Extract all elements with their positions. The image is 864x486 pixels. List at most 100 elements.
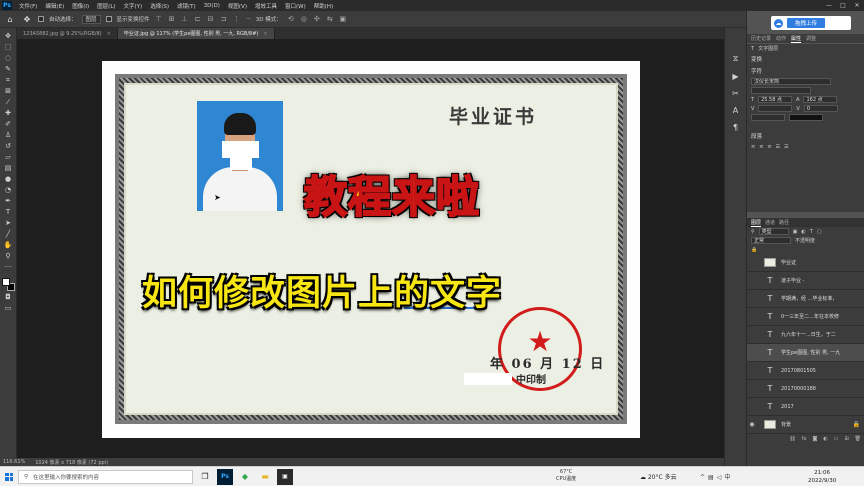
tab-document-2[interactable]: 毕业证.jpg @ 117% (学生pe图图, 性别 男, 一九, RGB/8#… [117,28,275,39]
tab-layers[interactable]: 图层 [751,219,762,227]
layer-filter-select[interactable]: 类型 [758,228,789,235]
menu-window[interactable]: 窗口(W) [281,2,310,10]
align-bottom-icon[interactable]: ⊥ [181,15,189,23]
layer-row[interactable]: 毕业证 [747,254,864,272]
layer-row[interactable]: T 20170000188 [747,380,864,398]
menu-select[interactable]: 选择(S) [146,2,173,10]
hand-tool-icon[interactable]: ✋ [2,241,14,250]
align-middle-icon[interactable]: ⊞ [168,15,176,23]
lock-icon[interactable]: 🔒 [751,247,757,253]
tab-history[interactable]: 历史记录 [751,35,771,42]
align-left-icon[interactable]: ⊏ [194,15,202,23]
tab-paths[interactable]: 路径 [779,219,789,226]
eyedropper-tool-icon[interactable]: ⁄ [2,98,14,107]
filter-pixel-icon[interactable]: ▣ [793,229,798,235]
screen-mode-icon[interactable]: ▭ [2,304,14,313]
layer-row[interactable]: T 凌子毕业 - [747,272,864,290]
3d-rotate-icon[interactable]: ⟲ [287,15,295,23]
menu-3d[interactable]: 3D(D) [200,3,224,9]
network-icon[interactable]: ▤ [708,474,717,481]
brush-tool-icon[interactable]: ✐ [2,120,14,129]
lock-icon[interactable]: 🔒 [853,421,860,428]
menu-file[interactable]: 文件(F) [15,2,41,10]
blend-mode-select[interactable]: 正常 [751,237,791,244]
layer-name[interactable]: 2017 [781,404,794,410]
layer-row[interactable]: T 0一三年至二...年在本校修 [747,308,864,326]
quick-mask-icon[interactable]: ◘ [2,293,14,302]
layer-name[interactable]: 毕业证 [781,259,796,266]
tab-actions[interactable]: 动作 [776,35,786,42]
paragraph-icon[interactable]: ¶ [730,122,742,132]
layer-row[interactable]: T 学期满，经 ...毕业标准， [747,290,864,308]
canvas-area[interactable]: 毕业证书 ➤ ★ 年 06 月 12 日 中印制 教程来啦 如何修改图片上的文字 [17,39,724,458]
task-view-icon[interactable]: ❐ [197,469,213,485]
font-size-field[interactable]: 25.58 点 [758,96,793,103]
distribute-icon[interactable]: ⋮ [233,15,241,23]
system-clock[interactable]: 21:06 2022/9/30 [808,469,836,485]
menu-view[interactable]: 视图(V) [224,2,251,10]
photoshop-taskbar-icon[interactable]: Ps [217,468,233,485]
menu-type[interactable]: 文字(Y) [120,2,147,10]
file-explorer-icon[interactable]: ▬ [257,469,273,485]
artboard-tool-icon[interactable]: ⬚ [2,43,14,52]
quick-select-tool-icon[interactable]: ✎ [2,65,14,74]
menu-help[interactable]: 帮助(H) [310,2,337,10]
mask-icon[interactable]: ◙ [812,436,817,442]
line-tool-icon[interactable]: ╱ [2,230,14,239]
menu-edit[interactable]: 编辑(E) [41,2,68,10]
ime-icon[interactable]: 中 [724,474,733,481]
menu-layer[interactable]: 图层(L) [93,2,119,10]
move-tool-icon[interactable]: ✥ [2,32,14,41]
layer-select-dropdown[interactable]: 图层 [81,14,101,24]
text-color-swatch[interactable] [789,114,823,121]
actions-icon[interactable]: ▶ [730,71,742,81]
lasso-tool-icon[interactable]: ◌ [2,54,14,63]
menu-plugins[interactable]: 增效工具 [251,2,281,10]
tab-adjustments[interactable]: 调整 [806,35,816,42]
layer-name[interactable]: 20170000188 [781,386,816,392]
zoom-tool-icon[interactable]: ⚲ [2,252,14,261]
dodge-tool-icon[interactable]: ◔ [2,186,14,195]
character-section[interactable]: 字符 [747,65,864,77]
align-center-text-icon[interactable]: ≡ [759,144,763,150]
tab-document-1[interactable]: 123A5882.jpg @ 9.25%(RGB/8) × [17,28,118,39]
link-icon[interactable]: ⛓ [789,436,795,442]
move-tool-icon[interactable]: ✥ [21,13,33,25]
type-tool-icon[interactable]: T [2,208,14,217]
folder-icon[interactable]: ▭ [834,436,839,442]
recorder-taskbar-icon[interactable]: ▣ [277,468,293,485]
menu-image[interactable]: 图像(I) [68,2,93,10]
layer-name[interactable]: 20170801505 [781,368,816,374]
frame-tool-icon[interactable]: ⊠ [2,87,14,96]
3d-roll-icon[interactable]: ◎ [300,15,308,23]
layer-name[interactable]: 0一三年至二...年在本校修 [781,313,839,320]
show-transform-checkbox[interactable] [105,16,112,22]
layer-row[interactable]: T 2017 [747,398,864,416]
3d-drag-icon[interactable]: ✣ [313,15,321,23]
layer-row-background[interactable]: ◉ 背景 🔒 [747,416,864,434]
filter-adjust-icon[interactable]: ◐ [801,229,805,235]
filter-type-icon[interactable]: T [810,229,813,235]
wechat-taskbar-icon[interactable]: ◆ [237,469,253,485]
layer-row-selected[interactable]: T 学生pe图图, 性别 男, 一九 [747,344,864,362]
layer-row[interactable]: T 20170801505 [747,362,864,380]
filter-shape-icon[interactable]: ▢ [817,229,822,235]
chevron-up-icon[interactable]: ^ [700,474,708,481]
trash-icon[interactable]: 🗑 [855,436,861,442]
more-options[interactable]: ··· [246,16,251,22]
align-left-text-icon[interactable]: ≡ [751,144,755,150]
close-icon[interactable]: × [107,31,111,37]
clone-stamp-icon[interactable]: ♙ [2,131,14,140]
weather-widget[interactable]: ☁ 20°C 多云 [640,472,677,481]
zoom-level[interactable]: 116.61% [3,459,25,465]
history-brush-icon[interactable]: ↺ [2,142,14,151]
taskbar-search[interactable]: ⚲ 在这里输入你要搜索的内容 [18,469,193,484]
auto-select-checkbox[interactable] [38,16,44,22]
align-right-icon[interactable]: ⊐ [220,15,228,23]
drag-upload-button[interactable]: 拖拽上传 [787,18,826,28]
layer-name[interactable]: 学期满，经 ...毕业标准， [781,295,837,302]
menu-filter[interactable]: 滤镜(T) [173,2,200,10]
layer-name[interactable]: 九六年十一...日生，于二 [781,331,836,338]
leading-field[interactable]: 162 点 [803,96,838,103]
layer-name[interactable]: 学生pe图图, 性别 男, 一九 [781,349,840,356]
